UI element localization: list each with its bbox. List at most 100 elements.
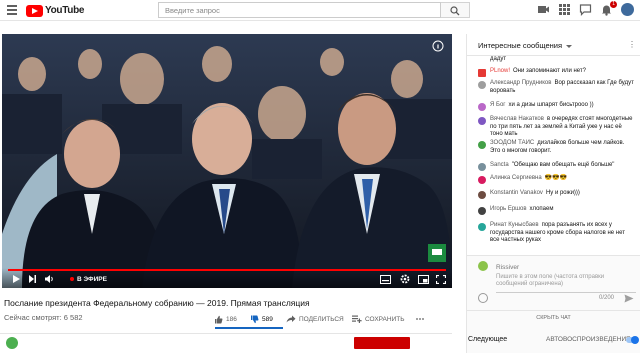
subtitles-icon[interactable] <box>380 275 391 284</box>
chat-message: PLnow! Они запоминают или нет? <box>478 68 636 77</box>
save-label: СОХРАНИТЬ <box>365 315 405 323</box>
logo-text: YouTube <box>45 5 85 16</box>
chat-message: дадут <box>478 56 636 65</box>
message-author[interactable]: Я Бог <box>490 102 505 108</box>
user-avatar <box>478 117 486 125</box>
message-author[interactable]: Игорь Ершов <box>490 206 527 212</box>
add-to-playlist-icon <box>352 315 362 323</box>
fullscreen-icon[interactable] <box>436 275 446 284</box>
next-icon[interactable] <box>28 274 37 284</box>
current-user-avatar <box>478 261 488 271</box>
user-avatar <box>478 223 486 231</box>
notification-badge: 1 <box>610 1 617 8</box>
current-user-name: Rissiver <box>496 264 520 271</box>
settings-gear-icon[interactable] <box>400 274 410 284</box>
user-avatar <box>478 141 486 149</box>
more-actions-button[interactable] <box>416 315 427 323</box>
view-count: Сейчас смотрят: 6 582 <box>4 313 83 322</box>
miniplayer-icon[interactable] <box>418 275 429 284</box>
chat-message: ЗООДОМ ТАИС дизлайков больше чем лайков. … <box>478 140 636 155</box>
autoplay-toggle[interactable] <box>626 336 639 344</box>
message-author[interactable]: Вячеслав Накатков <box>490 116 544 122</box>
message-author[interactable]: Ринат Кунысбаев <box>490 222 539 228</box>
chevron-down-icon <box>566 44 573 48</box>
user-avatar <box>478 176 486 184</box>
user-avatar <box>478 81 486 89</box>
emoji-icon[interactable] <box>478 293 488 303</box>
dislike-button[interactable]: 589 <box>250 315 273 324</box>
like-dislike-ratio-bar <box>215 327 283 329</box>
message-author[interactable]: Sancta <box>490 162 509 168</box>
send-icon[interactable] <box>624 294 634 303</box>
like-count: 186 <box>226 316 237 323</box>
up-next-heading: Следующее <box>468 336 508 343</box>
dislike-count: 589 <box>262 316 273 323</box>
search-icon <box>450 6 460 16</box>
create-video-icon[interactable] <box>537 3 550 16</box>
messages-icon[interactable] <box>579 3 592 16</box>
progress-fill <box>8 269 446 271</box>
share-icon <box>286 315 296 323</box>
youtube-logo[interactable]: YouTube <box>26 4 85 17</box>
more-vertical-icon[interactable]: ⋮ <box>628 40 636 49</box>
subscribe-button[interactable] <box>354 337 410 349</box>
thumbs-up-icon <box>215 315 223 324</box>
notifications-icon[interactable]: 1 <box>600 1 617 16</box>
message-text: Они запоминают или нет? <box>513 68 587 74</box>
live-dot-icon <box>70 277 74 282</box>
chat-message: Konstantin Vanakov Ну и рожи))) <box>478 190 636 199</box>
message-text: "Обещаю вам обещать ещё больше" <box>511 162 615 168</box>
video-frame <box>2 34 452 288</box>
top-bar: YouTube Введите запрос 1 <box>0 0 640 21</box>
player-controls: В ЭФИРЕ <box>2 268 452 288</box>
like-button[interactable]: 186 <box>214 315 237 324</box>
chat-message: Ринат Кунысбаев пора разъанять их всех у … <box>478 222 636 245</box>
video-player[interactable]: В ЭФИРЕ <box>2 34 452 288</box>
more-horizontal-icon <box>416 318 424 320</box>
search-button[interactable] <box>441 2 470 18</box>
message-text: 😎😎😎 <box>544 175 568 181</box>
message-author[interactable]: Konstantin Vanakov <box>490 190 543 196</box>
message-text: Ну и рожи))) <box>545 190 580 196</box>
chat-message-input[interactable]: Пишите в этом поле (частота отправки соо… <box>496 274 636 293</box>
search-input[interactable]: Введите запрос <box>158 2 441 18</box>
user-avatar <box>478 69 486 77</box>
chat-message: Игорь Ершов хлопаем <box>478 206 636 215</box>
chat-message: Sancta "Обещаю вам обещать ещё больше" <box>478 162 636 171</box>
chat-header[interactable]: Интересные сообщения ⋮ <box>467 34 640 56</box>
chat-message: Алинка Сергиевна 😎😎😎 <box>478 175 636 184</box>
user-avatar <box>478 103 486 111</box>
autoplay-label: АВТОВОСПРОИЗВЕДЕНИЕ <box>546 336 631 343</box>
apps-icon[interactable] <box>558 3 571 16</box>
progress-bar[interactable] <box>8 269 446 271</box>
account-avatar[interactable] <box>621 3 634 16</box>
chat-message: Александр Прудников Вор рассказал как Где… <box>478 80 636 95</box>
message-author[interactable]: ЗООДОМ ТАИС <box>490 140 534 146</box>
message-author[interactable]: Александр Прудников <box>490 80 551 86</box>
live-chat-panel: Интересные сообщения ⋮ дадут PLnow! Они з… <box>466 34 640 353</box>
message-text: хлопаем <box>529 206 554 212</box>
live-label: В ЭФИРЕ <box>77 276 107 283</box>
hide-chat-button[interactable]: СКРЫТЬ ЧАТ <box>467 310 640 321</box>
message-author[interactable]: PLnow! <box>490 68 510 74</box>
share-button[interactable]: ПОДЕЛИТЬСЯ <box>286 315 344 323</box>
chat-message-list[interactable]: дадут PLnow! Они запоминают или нет? Алек… <box>467 56 640 255</box>
message-text: хи а дизы шпарят бисьтрооо )) <box>508 102 594 108</box>
hamburger-menu-icon[interactable] <box>7 5 17 15</box>
character-counter: 0/200 <box>598 295 614 301</box>
channel-avatar[interactable] <box>6 337 18 349</box>
share-label: ПОДЕЛИТЬСЯ <box>299 315 344 323</box>
user-avatar <box>478 191 486 199</box>
chat-message: Я Бог хи а дизы шпарят бисьтрооо )) <box>478 102 636 111</box>
live-indicator[interactable]: В ЭФИРЕ <box>70 276 107 283</box>
volume-icon[interactable] <box>44 274 55 284</box>
play-icon[interactable] <box>12 274 21 284</box>
user-avatar <box>478 207 486 215</box>
chat-mode-label: Интересные сообщения <box>478 41 563 50</box>
youtube-play-icon <box>26 4 43 17</box>
user-avatar <box>478 57 486 65</box>
message-author[interactable]: Алинка Сергиевна <box>490 175 542 181</box>
thumbs-down-icon <box>251 315 259 324</box>
save-button[interactable]: СОХРАНИТЬ <box>352 315 405 323</box>
chat-message: Вячеслав Накатков в очередях стоят многод… <box>478 116 636 139</box>
